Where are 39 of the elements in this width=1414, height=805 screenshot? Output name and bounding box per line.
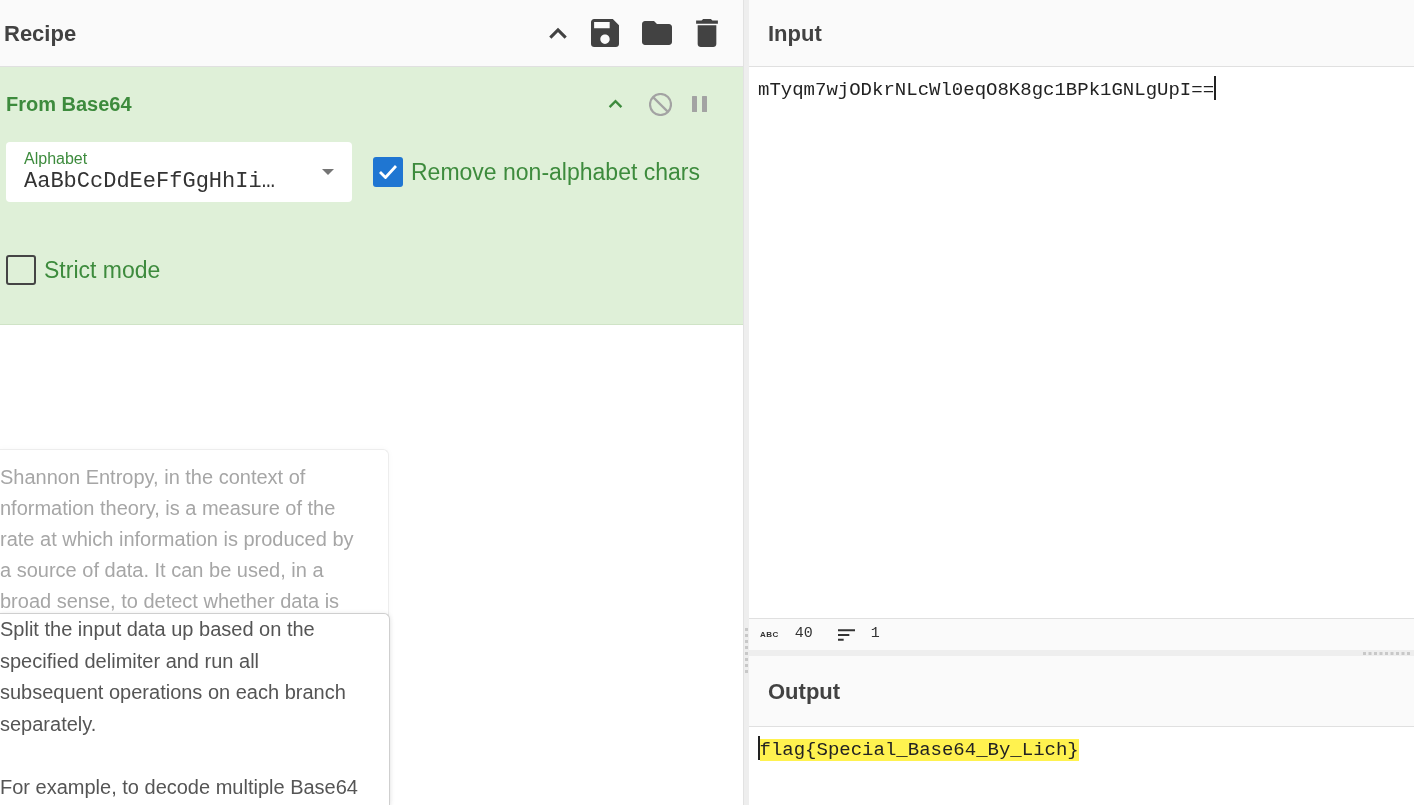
text-cursor bbox=[758, 736, 760, 760]
tooltip-text-line: Shannon Entropy, in the context of bbox=[0, 467, 307, 487]
prohibited-icon bbox=[649, 92, 672, 116]
checkmark-icon bbox=[379, 165, 397, 179]
character-count: 40 bbox=[794, 624, 813, 645]
tooltip-text-line: broad sense, to detect whether data is bbox=[0, 591, 341, 611]
operation-title: From Base64 bbox=[6, 92, 132, 117]
dropdown-caret-icon bbox=[322, 169, 334, 175]
pause-icon bbox=[692, 96, 707, 112]
output-field[interactable]: flag{Special_Base64_By_Lich} bbox=[749, 727, 1414, 805]
tooltip-text-line: rate at which information is produced by bbox=[0, 529, 355, 549]
collapse-button[interactable] bbox=[548, 26, 568, 40]
grip-icon bbox=[1363, 652, 1410, 655]
checkbox[interactable] bbox=[6, 255, 36, 285]
trash-icon bbox=[695, 19, 719, 47]
lines-icon bbox=[837, 628, 855, 641]
tooltip-text: Split the input data up based on the specified delimiter and run all subsequent operations on each branch separately. bbox=[0, 617, 347, 737]
tooltip-text-line: a source of data. It can be used, in a bbox=[0, 560, 325, 580]
checkbox-label[interactable]: Strict mode bbox=[44, 252, 161, 288]
output-text: flag{Special_Base64_By_Lich} bbox=[759, 739, 1079, 761]
delete-button[interactable] bbox=[695, 19, 719, 47]
select-field[interactable]: Alphabet AaBbCcDdEeFfGgHhIi… bbox=[6, 142, 352, 202]
checkbox-label[interactable]: Remove non-alphabet chars bbox=[411, 154, 700, 190]
input-field[interactable]: mTyqm7wjODkrNLcWl0eqO8K8gc1BPk1GNLgUpI== bbox=[749, 67, 1414, 618]
text-cursor bbox=[1214, 76, 1216, 100]
chevron-up-icon bbox=[608, 99, 623, 109]
panel-title: Recipe bbox=[4, 19, 77, 48]
field-label: Alphabet bbox=[24, 149, 89, 169]
open-button[interactable] bbox=[642, 21, 672, 45]
chevron-up-icon bbox=[548, 26, 568, 40]
folder-icon bbox=[642, 21, 672, 45]
checkbox[interactable] bbox=[373, 157, 403, 187]
line-count: 1 bbox=[870, 624, 880, 645]
abc-label: ABC bbox=[760, 628, 779, 641]
tooltip-text: For example, to decode multiple Base64 bbox=[0, 774, 358, 800]
tooltip-text-line: nformation theory, is a measure of the bbox=[0, 498, 337, 518]
panel-title: Input bbox=[768, 19, 822, 48]
panel-title: Output bbox=[768, 677, 841, 706]
save-button[interactable] bbox=[591, 19, 619, 47]
